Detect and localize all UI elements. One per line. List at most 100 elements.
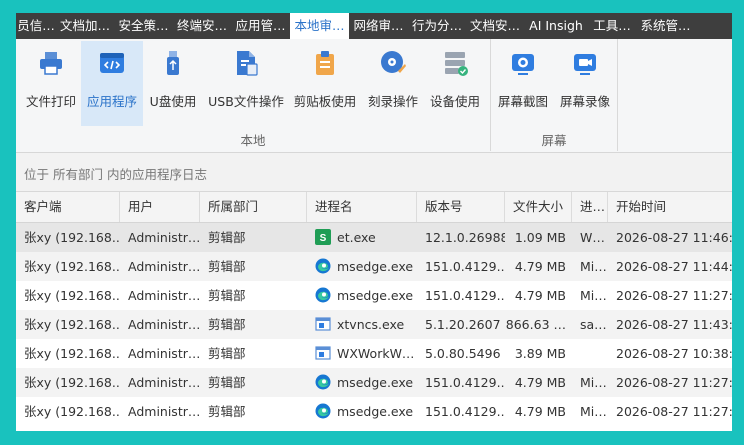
cell-dept: 剪辑部	[208, 317, 246, 332]
cell-size: 4.79 MB	[514, 259, 566, 274]
module-tab-bar: 员信… 文档加… 安全策… 终端安… 应用管… 本地审… 网络审… 行为分… 文…	[16, 13, 732, 39]
tab-security-policy[interactable]: 安全策…	[114, 13, 173, 39]
tab-network-audit[interactable]: 网络审…	[349, 13, 408, 39]
tab-local-audit[interactable]: 本地审…	[290, 13, 349, 39]
cell-user: Administr…	[128, 288, 200, 303]
cell-process: msedge.exe	[307, 252, 417, 281]
cell-process: Set.exe	[307, 223, 417, 252]
cell-version: 151.0.4129.…	[425, 404, 505, 419]
table-row[interactable]: 张xy (192.168.… Administr… 剪辑部 msedge.exe 151…	[16, 368, 732, 397]
cell-start: 2026-08-27 11:46:07	[616, 230, 732, 245]
application-button[interactable]: 应用程序	[81, 41, 143, 126]
edge-browser-icon	[315, 287, 331, 303]
tab-employee-info[interactable]: 员信…	[16, 13, 56, 39]
tab-tools[interactable]: 工具…	[588, 13, 636, 39]
cell-extra	[572, 339, 608, 368]
cell-client: 张xy (192.168.…	[24, 346, 120, 361]
usb-file-operation-label: USB文件操作	[208, 94, 284, 109]
camera-icon	[512, 54, 534, 75]
cell-version: 151.0.4129.…	[425, 288, 505, 303]
table-row[interactable]: 张xy (192.168.… Administr… 剪辑部 Set.exe 12.1.0…	[16, 223, 732, 252]
process-name: et.exe	[337, 230, 376, 245]
cell-size: 4.79 MB	[514, 404, 566, 419]
cell-start: 2026-08-27 11:44:00	[616, 259, 732, 274]
cell-start: 2026-08-27 10:38:06	[616, 346, 732, 361]
screenshot-button[interactable]: 屏幕截图	[492, 41, 554, 126]
svg-text:S: S	[320, 233, 327, 244]
printer-icon	[40, 52, 62, 75]
cell-user: Administr…	[128, 317, 200, 332]
column-header-client[interactable]: 客户端	[16, 192, 120, 222]
process-name: msedge.exe	[337, 375, 414, 390]
tab-behavior-analysis[interactable]: 行为分…	[408, 13, 466, 39]
screen-record-button[interactable]: 屏幕录像	[554, 41, 616, 126]
clipboard-button[interactable]: 剪贴板使用	[290, 41, 360, 126]
cell-client: 张xy (192.168.…	[24, 404, 120, 419]
column-header-user[interactable]: 用户	[120, 192, 200, 222]
app-window: 员信… 文档加… 安全策… 终端安… 应用管… 本地审… 网络审… 行为分… 文…	[16, 13, 732, 431]
disc-burn-button[interactable]: 刻录操作	[362, 41, 424, 126]
application-code-icon	[100, 53, 124, 73]
cell-extra: Mi…	[580, 259, 607, 274]
cell-extra: Mi…	[580, 404, 607, 419]
table-row[interactable]: 张xy (192.168.… Administr… 剪辑部 msedge.exe 151…	[16, 397, 732, 426]
process-name: msedge.exe	[337, 288, 414, 303]
cell-size: 866.63 …	[505, 317, 566, 332]
location-info-text: 位于 所有部门 内的应用程序日志	[24, 167, 207, 182]
cell-client: 张xy (192.168.…	[24, 230, 120, 245]
tab-system-management[interactable]: 系统管…	[636, 13, 695, 39]
screenshot-label: 屏幕截图	[497, 94, 548, 109]
table-row[interactable]: 张xy (192.168.… Administr… 剪辑部 xtvncs.exe 5.1…	[16, 310, 732, 339]
column-header-version[interactable]: 版本号	[417, 192, 505, 222]
cell-version: 12.1.0.26988	[425, 230, 505, 245]
clipboard-label: 剪贴板使用	[293, 94, 357, 109]
file-print-label: 文件打印	[25, 94, 76, 109]
cell-size: 3.89 MB	[514, 346, 566, 361]
tab-document-encryption[interactable]: 文档加…	[56, 13, 114, 39]
usb-file-operation-button[interactable]: USB文件操作	[204, 41, 288, 126]
cell-process: msedge.exe	[307, 281, 417, 310]
tab-document-security[interactable]: 文档安…	[466, 13, 524, 39]
process-name: WXWorkW…	[337, 346, 415, 361]
tab-endpoint-security[interactable]: 终端安…	[173, 13, 231, 39]
screen-record-label: 屏幕录像	[559, 94, 610, 109]
table-row[interactable]: 张xy (192.168.… Administr… 剪辑部 msedge.exe 151…	[16, 281, 732, 310]
application-label: 应用程序	[86, 94, 137, 109]
cell-process: msedge.exe	[307, 397, 417, 426]
cell-dept: 剪辑部	[208, 404, 246, 419]
cell-client: 张xy (192.168.…	[24, 375, 120, 390]
cell-size: 1.09 MB	[514, 230, 566, 245]
device-usage-button[interactable]: 设备使用	[424, 41, 486, 126]
usb-drive-label: U盘使用	[149, 94, 197, 109]
usb-drive-button[interactable]: U盘使用	[144, 41, 202, 126]
edge-browser-icon	[315, 258, 331, 274]
column-header-department[interactable]: 所属部门	[200, 192, 307, 222]
cell-user: Administr…	[128, 259, 200, 274]
table-row[interactable]: 张xy (192.168.… Administr… 剪辑部 msedge.exe 151…	[16, 252, 732, 281]
location-info-bar: 位于 所有部门 内的应用程序日志	[16, 153, 732, 192]
application-log-table: 客户端 用户 所属部门 进程名 版本号 文件大小 进… 开始时间 张xy (19…	[16, 192, 732, 426]
tab-application-management[interactable]: 应用管…	[231, 13, 290, 39]
cell-start: 2026-08-27 11:43:28	[616, 317, 732, 332]
table-row[interactable]: 张xy (192.168.… Administr… 剪辑部 WXWorkW… 5.0.8…	[16, 339, 732, 368]
column-header-file-size[interactable]: 文件大小	[505, 192, 572, 222]
cell-dept: 剪辑部	[208, 375, 246, 390]
cell-process: msedge.exe	[307, 368, 417, 397]
file-print-button[interactable]: 文件打印	[20, 41, 82, 126]
usb-file-icon	[237, 51, 258, 76]
process-name: msedge.exe	[337, 404, 414, 419]
disc-burn-label: 刻录操作	[367, 94, 418, 109]
tab-ai-insight[interactable]: AI Insigh	[524, 13, 588, 39]
cell-client: 张xy (192.168.…	[24, 259, 120, 274]
clipboard-icon	[316, 51, 334, 75]
cell-dept: 剪辑部	[208, 230, 246, 245]
column-header-process-info[interactable]: 进…	[572, 192, 608, 222]
column-header-start-time[interactable]: 开始时间	[608, 192, 732, 222]
disc-burn-icon	[381, 51, 406, 73]
column-header-process[interactable]: 进程名	[307, 192, 417, 222]
edge-browser-icon	[315, 374, 331, 390]
cell-version: 5.0.80.5496	[425, 346, 501, 361]
cell-user: Administr…	[128, 404, 200, 419]
cell-dept: 剪辑部	[208, 346, 246, 361]
cell-start: 2026-08-27 11:27:09	[616, 404, 732, 419]
